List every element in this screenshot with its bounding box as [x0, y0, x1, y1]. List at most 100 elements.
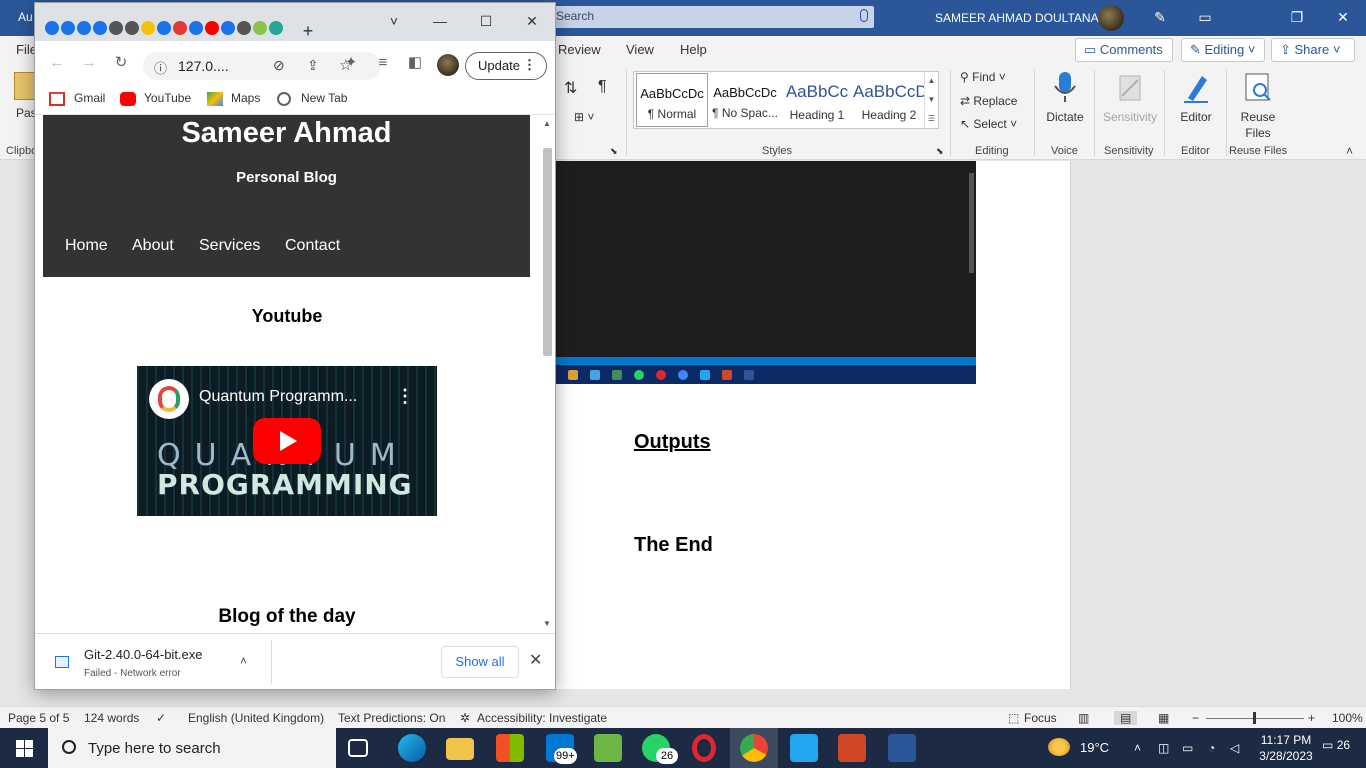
- styles-launcher-icon[interactable]: ⬊: [936, 146, 944, 157]
- reload-icon[interactable]: ↻: [110, 53, 132, 75]
- nav-home[interactable]: Home: [65, 237, 108, 255]
- edge-icon[interactable]: [398, 734, 426, 762]
- youtube-embed[interactable]: QUANTUM PROGRAMMING Quantum Programm... …: [137, 366, 437, 516]
- microphone-icon[interactable]: [860, 9, 868, 22]
- play-button[interactable]: [253, 418, 321, 464]
- style-heading-2[interactable]: AaBbCcD Heading 2: [853, 73, 925, 127]
- tab-search-icon[interactable]: ˅: [383, 11, 405, 33]
- file-explorer-icon[interactable]: [446, 738, 474, 760]
- kebab-menu-icon[interactable]: ⋮: [523, 57, 536, 73]
- camera-icon[interactable]: ◫: [1158, 741, 1169, 755]
- find-button[interactable]: ⚲ Find ˅: [960, 70, 1006, 84]
- tab-favicon-icon[interactable]: [109, 21, 123, 35]
- doc-heading-outputs[interactable]: Outputs: [634, 431, 711, 454]
- volume-icon[interactable]: ◁: [1230, 741, 1239, 755]
- temperature[interactable]: 19°C: [1080, 740, 1109, 755]
- scroll-down-icon[interactable]: ▼: [543, 619, 551, 628]
- close-icon[interactable]: ✕: [1330, 6, 1356, 28]
- weather-icon[interactable]: [1048, 738, 1070, 756]
- minimize-icon[interactable]: —: [429, 11, 451, 33]
- zoom-slider-thumb[interactable]: [1253, 712, 1256, 724]
- url-text[interactable]: 127.0....: [178, 58, 229, 74]
- editor-button[interactable]: Editor: [1166, 70, 1226, 124]
- battery-icon[interactable]: ▭: [1182, 741, 1193, 755]
- restore-icon[interactable]: ❐: [1284, 6, 1310, 28]
- clock[interactable]: 11:17 PM 3/28/2023: [1256, 732, 1316, 764]
- ribbon-display-icon[interactable]: ▭: [1192, 6, 1218, 28]
- channel-logo[interactable]: [149, 379, 189, 419]
- language-indicator[interactable]: English (United Kingdom): [188, 711, 324, 725]
- tab-favicon-icon[interactable]: [269, 21, 283, 35]
- share-icon[interactable]: ⇪: [307, 57, 319, 74]
- maximize-icon[interactable]: ☐: [475, 11, 497, 33]
- text-predictions[interactable]: Text Predictions: On: [338, 711, 445, 725]
- chrome-icon[interactable]: [740, 734, 768, 762]
- side-panel-icon[interactable]: ◧: [404, 53, 426, 75]
- tab-review[interactable]: Review: [558, 42, 601, 57]
- scroll-up-icon[interactable]: ▲: [543, 119, 551, 128]
- pilcrow-icon[interactable]: ¶: [598, 78, 607, 96]
- focus-mode[interactable]: Focus: [1024, 711, 1057, 725]
- sensitivity-button[interactable]: Sensitivity: [1100, 70, 1160, 124]
- tab-favicon-icon[interactable]: [237, 21, 251, 35]
- video-title[interactable]: Quantum Programm...: [199, 388, 357, 406]
- pen-icon[interactable]: ✎: [1147, 6, 1173, 28]
- scrollbar-thumb[interactable]: [543, 148, 552, 356]
- reuse-files-button[interactable]: Reuse Files: [1228, 70, 1288, 140]
- bookmark-new-tab[interactable]: New Tab: [301, 91, 347, 105]
- start-button[interactable]: [0, 728, 48, 768]
- style-heading-1[interactable]: AaBbCc Heading 1: [781, 73, 853, 127]
- page-scrollbar[interactable]: ▲ ▼: [539, 115, 555, 633]
- taskbar-search[interactable]: Type here to search: [48, 728, 336, 768]
- chevron-up-icon[interactable]: ˄: [240, 654, 247, 668]
- zoom-in-icon[interactable]: +: [1308, 711, 1315, 725]
- download-filename[interactable]: Git-2.40.0-64-bit.exe: [84, 647, 203, 662]
- back-icon[interactable]: ←: [46, 53, 68, 75]
- zoom-out-icon[interactable]: −: [1192, 711, 1199, 725]
- collapse-ribbon-icon[interactable]: ˄: [1346, 144, 1353, 158]
- gallery-down-icon[interactable]: ▼: [924, 91, 938, 109]
- forward-icon[interactable]: →: [78, 53, 100, 75]
- tab-favicon-icon[interactable]: [205, 21, 219, 35]
- eye-slash-icon[interactable]: ⊘: [273, 57, 285, 74]
- print-layout-icon[interactable]: ▤: [1114, 711, 1138, 725]
- replace-button[interactable]: ⇄ Replace: [960, 94, 1017, 108]
- word-icon[interactable]: [888, 734, 916, 762]
- word-user-name[interactable]: SAMEER AHMAD DOULTANA: [935, 11, 1099, 25]
- show-all-button[interactable]: Show all: [441, 646, 519, 678]
- web-layout-icon[interactable]: ▦: [1158, 711, 1169, 725]
- close-icon[interactable]: ✕: [521, 11, 543, 33]
- user-avatar[interactable]: [1098, 5, 1124, 31]
- bookmark-gmail[interactable]: Gmail: [74, 91, 105, 105]
- chevron-up-icon[interactable]: ˄: [1134, 741, 1141, 755]
- tab-favicon-icon[interactable]: [61, 21, 75, 35]
- share-button[interactable]: ⇪ Share ˅: [1271, 38, 1355, 62]
- dictate-button[interactable]: Dictate: [1035, 70, 1095, 124]
- tab-favicon-icon[interactable]: [125, 21, 139, 35]
- store-icon[interactable]: [496, 734, 524, 762]
- new-tab-icon[interactable]: +: [297, 21, 319, 43]
- tab-favicon-icon[interactable]: [173, 21, 187, 35]
- tab-favicon-icon[interactable]: [221, 21, 235, 35]
- paragraph-launcher-icon[interactable]: ⬊: [610, 146, 618, 157]
- tab-favicon-icon[interactable]: [93, 21, 107, 35]
- style-no-spacing[interactable]: AaBbCcDc ¶ No Spac...: [709, 73, 781, 127]
- doc-heading-the-end[interactable]: The End: [634, 534, 713, 557]
- wifi-icon[interactable]: ◔: [1208, 741, 1215, 755]
- gallery-up-icon[interactable]: ▲: [924, 72, 938, 90]
- tab-favicon-icon[interactable]: [45, 21, 59, 35]
- opera-icon[interactable]: [692, 734, 716, 762]
- style-normal[interactable]: AaBbCcDc ¶ Normal: [636, 73, 708, 127]
- tab-favicon-icon[interactable]: [141, 21, 155, 35]
- accessibility-status[interactable]: Accessibility: Investigate: [477, 711, 607, 725]
- powerpoint-icon[interactable]: [838, 734, 866, 762]
- nav-services[interactable]: Services: [199, 237, 260, 255]
- tab-favicon-icon[interactable]: [253, 21, 267, 35]
- tab-help[interactable]: Help: [680, 42, 707, 57]
- tab-view[interactable]: View: [626, 42, 654, 57]
- notifications-button[interactable]: ▭ 26: [1322, 738, 1350, 752]
- nav-contact[interactable]: Contact: [285, 237, 340, 255]
- bookmark-youtube[interactable]: YouTube: [144, 91, 191, 105]
- vscode-icon[interactable]: [790, 734, 818, 762]
- proofing-icon[interactable]: ✓: [156, 711, 166, 725]
